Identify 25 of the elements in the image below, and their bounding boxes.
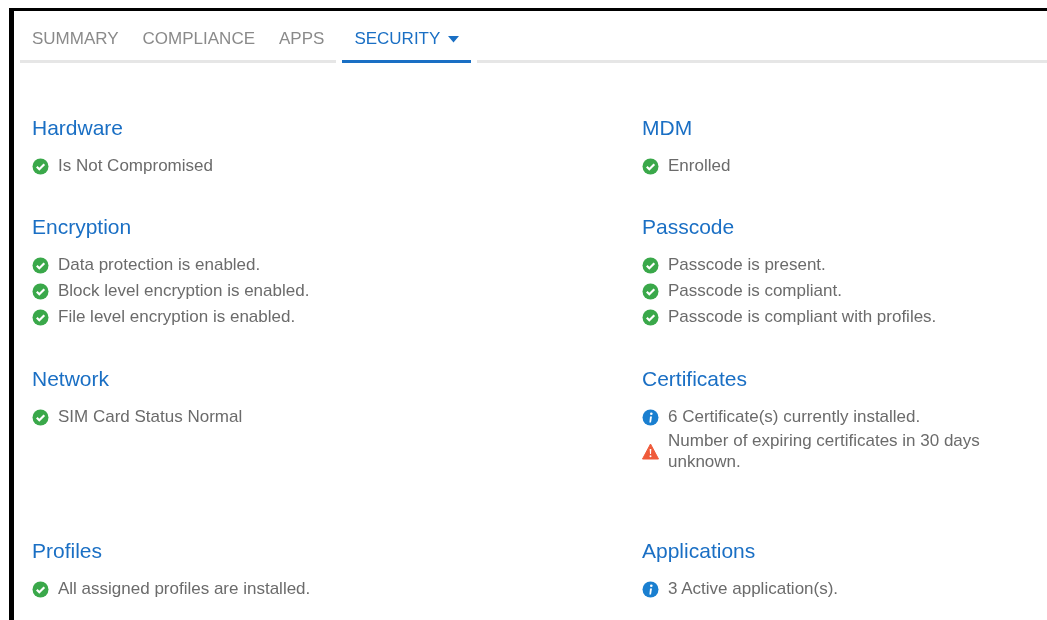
status-text: Is Not Compromised	[58, 155, 213, 177]
status-text: Number of expiring certificates in 30 days unknown.	[668, 430, 981, 472]
tab[interactable]: SUMMARY	[20, 29, 131, 63]
status-text: 6 Certificate(s) currently installed.	[668, 406, 921, 428]
section-heading: Passcode	[642, 214, 735, 240]
tab[interactable]: COMPLIANCE	[130, 29, 267, 63]
status-text: File level encryption is enabled.	[58, 306, 296, 328]
section-heading: Hardware	[32, 115, 124, 141]
status-text: SIM Card Status Normal	[58, 406, 243, 428]
status-text: Enrolled	[668, 155, 731, 177]
status-text: All assigned profiles are installed.	[58, 578, 311, 600]
status-text: Passcode is compliant with profiles.	[668, 306, 937, 328]
tab[interactable]: SECURITY	[342, 29, 472, 63]
section-heading: Applications	[642, 538, 756, 564]
status-text: Block level encryption is enabled.	[58, 280, 310, 302]
section-heading: Profiles	[32, 538, 103, 564]
status-text: Passcode is compliant.	[668, 280, 842, 302]
status-text: Data protection is enabled.	[58, 254, 261, 276]
section-heading: MDM	[642, 115, 693, 141]
section-heading: Network	[32, 366, 110, 392]
status-text: 3 Active application(s).	[668, 578, 839, 600]
status-text: Passcode is present.	[668, 254, 826, 276]
section-heading: Encryption	[32, 214, 132, 240]
tab[interactable]: APPS	[267, 29, 337, 63]
section-heading: Certificates	[642, 366, 748, 392]
